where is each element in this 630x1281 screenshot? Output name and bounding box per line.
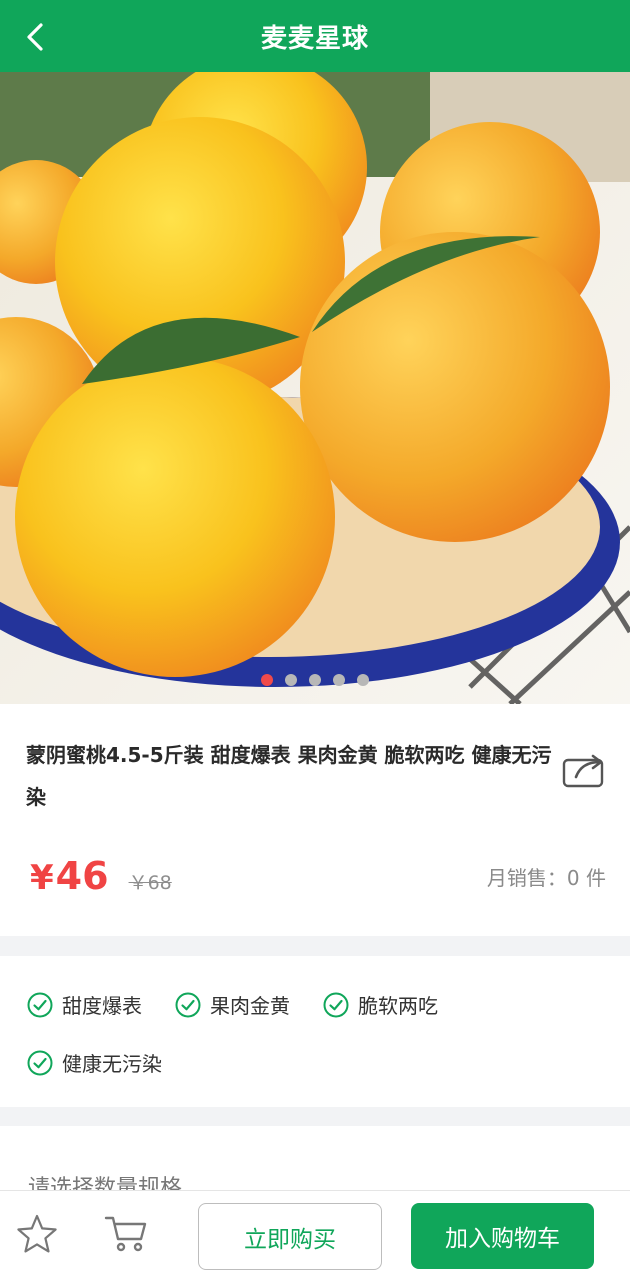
bottom-action-bar: 立即购买 加入购物车 [0,1190,630,1281]
spec-selector[interactable]: 请选择数量规格 [0,1126,630,1196]
buy-now-button[interactable]: 立即购买 [198,1203,382,1270]
price-row: ¥ 46 ￥68 [30,854,172,898]
star-icon [17,1214,57,1253]
check-circle-icon [175,992,201,1017]
product-title: 蒙阴蜜桃4.5-5斤装 甜度爆表 果肉金黄 脆软两吃 健康无污染 [26,743,552,809]
carousel-dot[interactable] [357,674,369,686]
feature-tags: 甜度爆表 果肉金黄 脆软两吃 健康无污染 [0,956,630,1107]
feature-tag: 健康无污染 [27,1048,162,1077]
carousel-dot[interactable] [285,674,297,686]
feature-tag: 甜度爆表 [27,990,142,1019]
feature-label: 健康无污染 [62,1052,162,1076]
feature-label: 果肉金黄 [210,994,290,1018]
chevron-left-icon [27,23,43,51]
check-circle-icon [323,992,349,1017]
add-to-cart-button[interactable]: 加入购物车 [411,1203,594,1269]
feature-tag: 脆软两吃 [323,990,438,1019]
original-price: ￥68 [128,872,172,894]
check-circle-icon [27,992,53,1017]
carousel-indicator [0,674,630,686]
monthly-sales: 月销售：0 件 [486,866,606,890]
feature-label: 甜度爆表 [62,994,142,1018]
peach-product-image [0,72,630,704]
cart-button[interactable] [103,1211,149,1257]
feature-tag: 果肉金黄 [175,990,290,1019]
share-icon [562,754,604,788]
carousel-dot[interactable] [309,674,321,686]
cart-icon [104,1216,147,1252]
current-price: 46 [55,854,109,898]
product-info-card: 蒙阴蜜桃4.5-5斤装 甜度爆表 果肉金黄 脆软两吃 健康无污染 ¥ 46 ￥6… [0,704,630,936]
carousel-dot[interactable] [333,674,345,686]
top-navigation-bar: 麦麦星球 [0,0,630,72]
price-currency: ¥ [30,858,54,898]
check-circle-icon [27,1050,53,1075]
feature-label: 脆软两吃 [358,994,438,1018]
back-button[interactable] [18,20,52,54]
favorite-button[interactable] [16,1213,58,1255]
product-image-carousel[interactable] [0,72,630,704]
page-title: 麦麦星球 [260,23,369,54]
share-button[interactable] [562,752,608,790]
carousel-dot[interactable] [261,674,273,686]
